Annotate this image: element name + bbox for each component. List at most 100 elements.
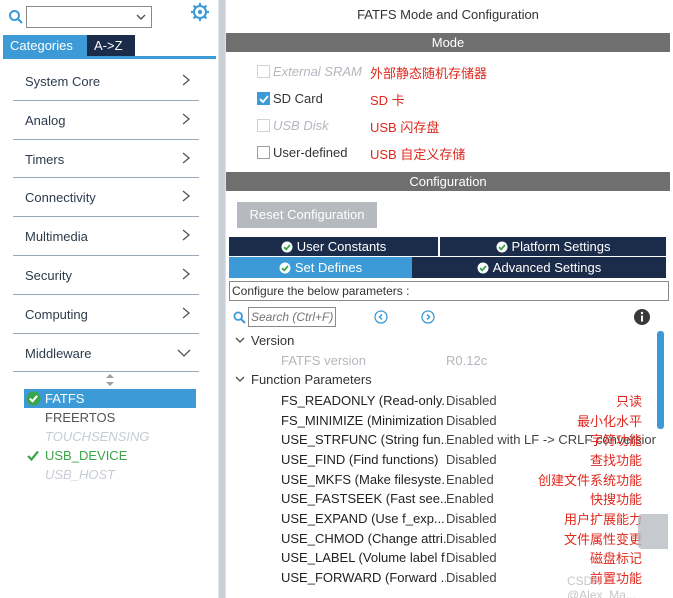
- info-icon[interactable]: [633, 308, 651, 326]
- configure-hint: Configure the below parameters :: [229, 281, 669, 301]
- middleware-label: TOUCHSENSING: [45, 429, 150, 444]
- chevron-right-icon: [182, 113, 191, 125]
- previous-match-icon[interactable]: [374, 310, 388, 324]
- group-version[interactable]: Version: [235, 333, 294, 348]
- check-circle-icon: [26, 391, 41, 406]
- tab-a-z[interactable]: A->Z: [87, 35, 135, 56]
- annotation: 文件属性变更: [563, 532, 642, 547]
- middleware-label: FREERTOS: [45, 410, 116, 425]
- next-match-icon[interactable]: [421, 310, 435, 324]
- group-function-parameters[interactable]: Function Parameters: [235, 372, 372, 387]
- vertical-scrollbar[interactable]: [657, 331, 664, 429]
- category-list: System Core Analog Timers Connectivity M…: [13, 62, 199, 373]
- tab-underline: [3, 56, 216, 59]
- search-icon[interactable]: [8, 9, 24, 25]
- param-row[interactable]: FS_READONLY (Read-only... Disabled: [226, 391, 656, 410]
- chevron-right-icon: [182, 74, 191, 86]
- category-label: Middleware: [25, 345, 92, 361]
- param-value: R0.12c: [446, 353, 488, 368]
- group-label: Function Parameters: [251, 372, 372, 387]
- middleware-item-usb-device[interactable]: USB_DEVICE: [24, 446, 196, 465]
- category-timers[interactable]: Timers: [13, 140, 199, 179]
- category-label: Analog: [25, 112, 66, 128]
- param-name: USE_LABEL (Volume label f...: [281, 550, 446, 565]
- tab-advanced-settings[interactable]: Advanced Settings: [412, 257, 666, 278]
- category-security[interactable]: Security: [13, 256, 199, 295]
- param-name: FS_READONLY (Read-only...: [281, 393, 446, 408]
- mode-section-header: Mode: [226, 33, 670, 52]
- splitter-bar: [219, 0, 225, 598]
- overlay-handle: [638, 514, 668, 549]
- mode-option-label: SD Card: [273, 91, 323, 106]
- tab-platform-settings[interactable]: Platform Settings: [440, 237, 666, 256]
- category-connectivity[interactable]: Connectivity: [13, 178, 199, 218]
- annotation: 只读: [615, 394, 642, 409]
- chevron-down-icon[interactable]: [136, 12, 146, 22]
- category-system-core[interactable]: System Core: [13, 62, 199, 101]
- param-name: USE_FASTSEEK (Fast see...: [281, 491, 446, 506]
- annotation: 用户扩展能力: [563, 512, 642, 527]
- category-label: Multimedia: [25, 229, 88, 245]
- tab-label: Advanced Settings: [492, 260, 602, 275]
- check-circle-icon: [281, 241, 293, 253]
- category-middleware[interactable]: Middleware: [13, 334, 199, 373]
- param-name: USE_MKFS (Make filesyste...: [281, 472, 446, 487]
- category-label: System Core: [25, 74, 101, 89]
- tab-set-defines[interactable]: Set Defines: [229, 257, 412, 278]
- annotation: 最小化水平: [576, 414, 642, 429]
- category-search-row: [6, 6, 216, 30]
- group-label: Version: [251, 333, 295, 348]
- tab-label: Platform Settings: [511, 239, 611, 254]
- category-tabs: Categories A->Z: [3, 35, 135, 56]
- mode-option-label: User-defined: [273, 145, 348, 160]
- parameter-search-input[interactable]: [248, 307, 336, 327]
- chevron-down-icon: [235, 337, 245, 343]
- tab-user-constants[interactable]: User Constants: [229, 237, 440, 256]
- category-computing[interactable]: Computing: [13, 295, 199, 334]
- check-circle-icon: [477, 262, 489, 274]
- reset-configuration-button[interactable]: Reset Configuration: [237, 202, 377, 228]
- annotation: 查找功能: [589, 453, 642, 468]
- search-icon: [233, 311, 246, 324]
- param-name: FATFS version: [281, 353, 367, 368]
- chevron-right-icon: [182, 268, 191, 280]
- check-circle-icon: [496, 241, 507, 253]
- param-name: USE_STRFUNC (String fun...: [281, 432, 446, 447]
- param-name: USE_FORWARD (Forward ...: [281, 570, 446, 585]
- config-tabs-row-1: User Constants Platform Settings: [229, 237, 666, 256]
- middleware-item-freertos[interactable]: FREERTOS: [24, 408, 196, 427]
- middleware-item-touchsensing[interactable]: TOUCHSENSING: [24, 427, 196, 446]
- category-multimedia[interactable]: Multimedia: [13, 217, 199, 256]
- param-name: FS_MINIMIZE (Minimization l...: [281, 413, 446, 428]
- tab-categories[interactable]: Categories: [3, 35, 87, 56]
- gear-icon[interactable]: [190, 2, 210, 22]
- tab-label: Set Defines: [294, 260, 363, 275]
- chevron-down-icon: [177, 349, 191, 357]
- watermark: CSDN @Alex_Ma...: [567, 574, 636, 598]
- sort-icon[interactable]: [105, 373, 115, 387]
- page-title: FATFS Mode and Configuration: [357, 7, 539, 22]
- param-row-fatfs-version[interactable]: FATFS version R0.12c: [226, 351, 656, 370]
- annotation: 外部静态随机存储器: [370, 66, 488, 81]
- category-label: Computing: [25, 306, 88, 322]
- annotation: 字符功能: [589, 433, 642, 448]
- checkbox-checked[interactable]: [257, 92, 270, 105]
- middleware-label: FATFS: [45, 391, 85, 406]
- chevron-right-icon: [182, 190, 191, 202]
- category-search-combo[interactable]: [26, 6, 152, 28]
- chevron-right-icon: [182, 229, 191, 241]
- param-name: USE_CHMOD (Change attri...: [281, 531, 446, 546]
- checkbox[interactable]: [257, 119, 270, 132]
- middleware-item-usb-host[interactable]: USB_HOST: [24, 465, 196, 484]
- category-label: Timers: [25, 151, 65, 167]
- checkbox[interactable]: [257, 146, 270, 159]
- checkbox[interactable]: [257, 65, 270, 78]
- annotation: 磁盘标记: [589, 551, 642, 566]
- middleware-item-fatfs[interactable]: FATFS: [24, 389, 196, 408]
- param-name: USE_FIND (Find functions): [281, 452, 439, 467]
- param-name: USE_EXPAND (Use f_exp...: [281, 511, 445, 526]
- annotation: 快搜功能: [589, 492, 642, 507]
- category-analog[interactable]: Analog: [13, 101, 199, 140]
- annotation: SD 卡: [370, 93, 405, 108]
- tab-label: User Constants: [296, 239, 387, 254]
